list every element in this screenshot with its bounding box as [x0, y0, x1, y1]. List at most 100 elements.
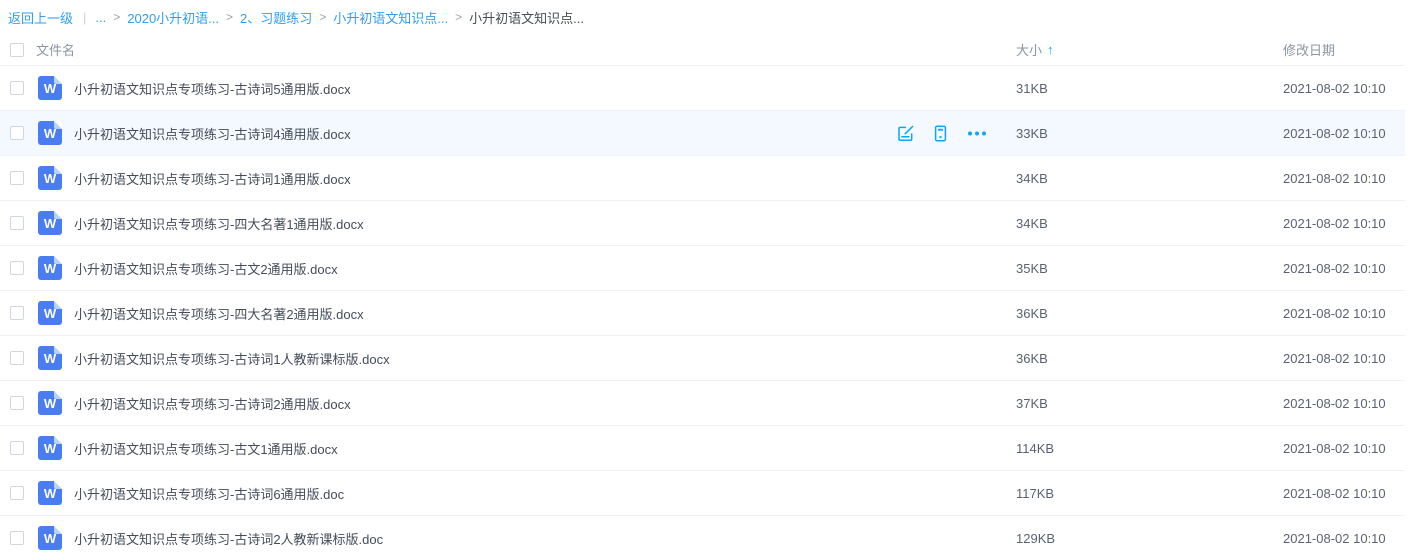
file-name-cell: 小升初语文知识点专项练习-古诗词2通用版.docx [74, 394, 1016, 413]
word-file-icon: W [38, 481, 62, 505]
edit-icon[interactable] [896, 124, 915, 143]
file-size: 35KB [1016, 261, 1283, 276]
word-file-icon: W [38, 346, 62, 370]
word-file-icon: W [38, 166, 62, 190]
file-name[interactable]: 小升初语文知识点专项练习-古文1通用版.docx [74, 439, 338, 458]
breadcrumb-pipe-divider: | [83, 10, 86, 25]
breadcrumb-link[interactable]: ... [95, 10, 106, 25]
row-checkbox[interactable] [10, 351, 24, 365]
row-checkbox[interactable] [10, 126, 24, 140]
column-header-name[interactable]: 文件名 [36, 40, 1016, 59]
file-name-cell: 小升初语文知识点专项练习-古诗词1通用版.docx [74, 169, 1016, 188]
file-modified: 2021-08-02 10:10 [1283, 351, 1405, 366]
file-name-cell: 小升初语文知识点专项练习-古诗词1人教新课标版.docx [74, 349, 1016, 368]
back-link[interactable]: 返回上一级 [8, 8, 73, 27]
word-icon-fold-corner [54, 76, 62, 84]
word-icon-fold-corner [54, 436, 62, 444]
word-icon-fold-corner [54, 121, 62, 129]
file-name[interactable]: 小升初语文知识点专项练习-古诗词2人教新课标版.doc [74, 529, 383, 548]
file-size: 37KB [1016, 396, 1283, 411]
file-row[interactable]: W 小升初语文知识点专项练习-古诗词1人教新课标版.docx 36KB 2021… [0, 336, 1405, 381]
file-row[interactable]: W 小升初语文知识点专项练习-古文1通用版.docx 114KB 2021-08… [0, 426, 1405, 471]
column-header-size-label: 大小 [1016, 40, 1042, 59]
word-file-icon: W [38, 526, 62, 550]
file-name-cell: 小升初语文知识点专项练习-古诗词4通用版.docx [74, 124, 1016, 143]
file-table: 文件名 大小↑ 修改日期 W 小升初语文知识点专项练习-古诗词5通用版.docx… [0, 34, 1405, 560]
file-name[interactable]: 小升初语文知识点专项练习-古诗词1通用版.docx [74, 169, 351, 188]
file-size: 34KB [1016, 171, 1283, 186]
word-icon-fold-corner [54, 256, 62, 264]
file-modified: 2021-08-02 10:10 [1283, 441, 1405, 456]
table-header: 文件名 大小↑ 修改日期 [0, 34, 1405, 66]
select-all-checkbox[interactable] [10, 43, 24, 57]
file-modified: 2021-08-02 10:10 [1283, 261, 1405, 276]
file-row[interactable]: W 小升初语文知识点专项练习-古诗词2通用版.docx 37KB 2021-08… [0, 381, 1405, 426]
more-icon[interactable] [966, 124, 988, 143]
file-name-cell: 小升初语文知识点专项练习-四大名著1通用版.docx [74, 214, 1016, 233]
file-modified: 2021-08-02 10:10 [1283, 531, 1405, 546]
file-name[interactable]: 小升初语文知识点专项练习-古诗词5通用版.docx [74, 79, 351, 98]
file-row[interactable]: W 小升初语文知识点专项练习-古诗词6通用版.doc 117KB 2021-08… [0, 471, 1405, 516]
word-file-icon: W [38, 121, 62, 145]
word-file-icon: W [38, 211, 62, 235]
breadcrumb-separator: > [113, 10, 120, 24]
row-checkbox[interactable] [10, 261, 24, 275]
word-file-icon: W [38, 256, 62, 280]
breadcrumb-separator: > [319, 10, 326, 24]
file-modified: 2021-08-02 10:10 [1283, 81, 1405, 96]
file-modified: 2021-08-02 10:10 [1283, 126, 1405, 141]
file-size: 129KB [1016, 531, 1283, 546]
row-checkbox[interactable] [10, 441, 24, 455]
column-header-modified[interactable]: 修改日期 [1283, 40, 1405, 59]
file-row[interactable]: W 小升初语文知识点专项练习-古文2通用版.docx 35KB 2021-08-… [0, 246, 1405, 291]
row-checkbox[interactable] [10, 81, 24, 95]
mobile-icon[interactable] [932, 124, 949, 143]
file-modified: 2021-08-02 10:10 [1283, 396, 1405, 411]
row-checkbox[interactable] [10, 486, 24, 500]
breadcrumb-current: 小升初语文知识点... [469, 8, 584, 27]
row-checkbox[interactable] [10, 171, 24, 185]
word-file-icon: W [38, 436, 62, 460]
file-size: 33KB [1016, 126, 1283, 141]
word-icon-fold-corner [54, 211, 62, 219]
file-name-cell: 小升初语文知识点专项练习-古诗词6通用版.doc [74, 484, 1016, 503]
file-row[interactable]: W 小升初语文知识点专项练习-古诗词5通用版.docx 31KB 2021-08… [0, 66, 1405, 111]
file-name[interactable]: 小升初语文知识点专项练习-古诗词6通用版.doc [74, 484, 344, 503]
word-icon-fold-corner [54, 526, 62, 534]
file-name[interactable]: 小升初语文知识点专项练习-四大名著2通用版.docx [74, 304, 364, 323]
file-name[interactable]: 小升初语文知识点专项练习-古文2通用版.docx [74, 259, 338, 278]
file-row[interactable]: W 小升初语文知识点专项练习-古诗词2人教新课标版.doc 129KB 2021… [0, 516, 1405, 560]
word-file-icon: W [38, 391, 62, 415]
row-checkbox[interactable] [10, 531, 24, 545]
file-name-cell: 小升初语文知识点专项练习-四大名著2通用版.docx [74, 304, 1016, 323]
word-icon-fold-corner [54, 481, 62, 489]
breadcrumb: 返回上一级 | ... >2020小升初语... >2、习题练习 > 小升初语文知识点.… [0, 0, 1413, 34]
file-name-cell: 小升初语文知识点专项练习-古诗词5通用版.docx [74, 79, 1016, 98]
breadcrumb-link[interactable]: 2020小升初语... [127, 8, 219, 27]
file-modified: 2021-08-02 10:10 [1283, 486, 1405, 501]
word-icon-fold-corner [54, 346, 62, 354]
row-checkbox[interactable] [10, 396, 24, 410]
file-name[interactable]: 小升初语文知识点专项练习-古诗词1人教新课标版.docx [74, 349, 390, 368]
breadcrumb-separator: > [455, 10, 462, 24]
word-file-icon: W [38, 301, 62, 325]
file-size: 114KB [1016, 441, 1283, 456]
breadcrumb-link[interactable]: 2、习题练习 [240, 8, 312, 27]
file-name[interactable]: 小升初语文知识点专项练习-古诗词4通用版.docx [74, 124, 351, 143]
file-name[interactable]: 小升初语文知识点专项练习-古诗词2通用版.docx [74, 394, 351, 413]
file-row[interactable]: W 小升初语文知识点专项练习-四大名著1通用版.docx 34KB 2021-0… [0, 201, 1405, 246]
file-row[interactable]: W 小升初语文知识点专项练习-古诗词1通用版.docx 34KB 2021-08… [0, 156, 1405, 201]
file-row[interactable]: W 小升初语文知识点专项练习-古诗词4通用版.docx [0, 111, 1405, 156]
breadcrumb-items: ...>2020小升初语...>2、习题练习>小升初语文知识点...>小升初语文… [95, 8, 584, 27]
file-row[interactable]: W 小升初语文知识点专项练习-四大名著2通用版.docx 36KB 2021-0… [0, 291, 1405, 336]
file-size: 34KB [1016, 216, 1283, 231]
file-list: W 小升初语文知识点专项练习-古诗词5通用版.docx 31KB 2021-08… [0, 66, 1405, 560]
file-name-cell: 小升初语文知识点专项练习-古文1通用版.docx [74, 439, 1016, 458]
file-name[interactable]: 小升初语文知识点专项练习-四大名著1通用版.docx [74, 214, 364, 233]
row-checkbox[interactable] [10, 306, 24, 320]
row-actions [896, 124, 988, 143]
row-checkbox[interactable] [10, 216, 24, 230]
breadcrumb-link[interactable]: 小升初语文知识点... [333, 8, 448, 27]
column-header-size[interactable]: 大小↑ [1016, 40, 1283, 59]
file-name-cell: 小升初语文知识点专项练习-古文2通用版.docx [74, 259, 1016, 278]
